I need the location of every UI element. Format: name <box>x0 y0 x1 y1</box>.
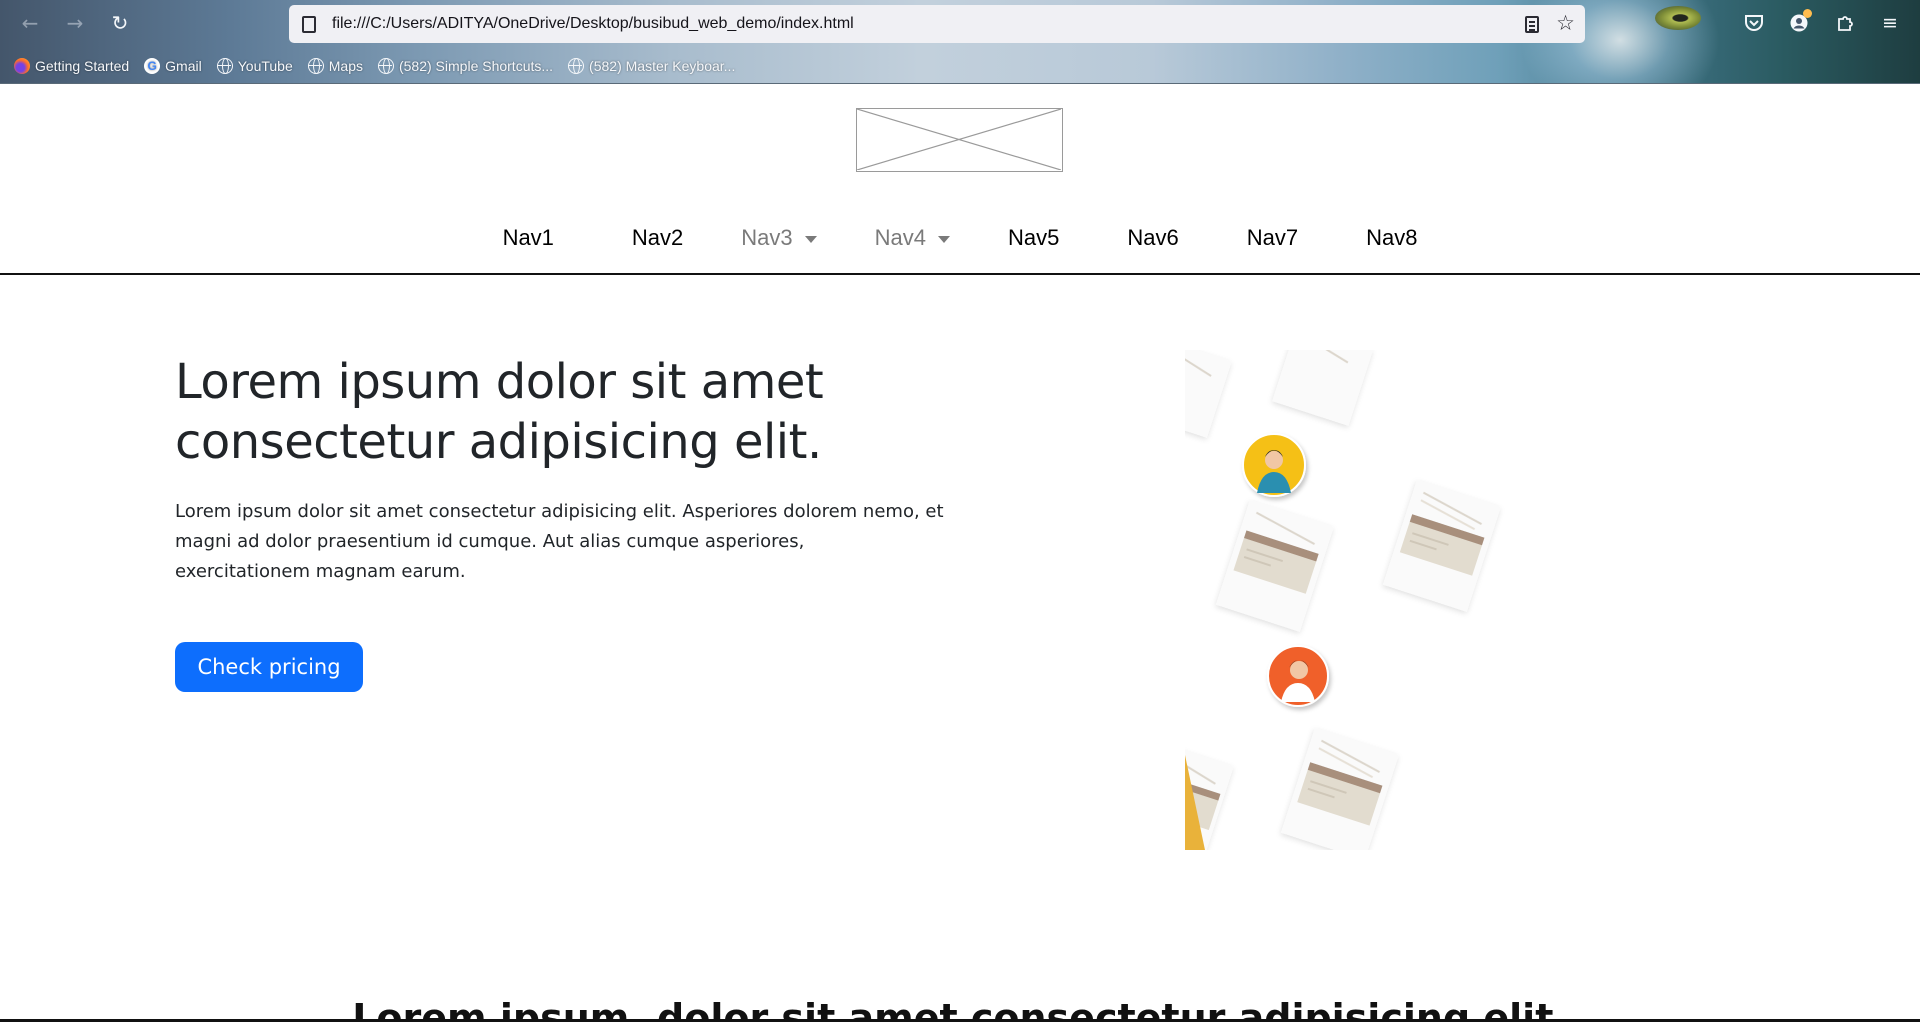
header-divider <box>0 273 1920 275</box>
reader-view-icon[interactable] <box>1525 16 1539 33</box>
bookmark-star-icon[interactable]: ☆ <box>1556 11 1575 35</box>
globe-icon <box>377 58 394 74</box>
address-bar[interactable]: file:///C:/Users/ADITYA/OneDrive/Desktop… <box>289 5 1585 43</box>
nav-item-1[interactable]: Nav1 <box>493 210 564 266</box>
bookmark-label: Getting Started <box>35 58 130 74</box>
section-heading: Lorem ipsum, dolor sit amet consectetur … <box>352 996 1568 1022</box>
bookmark-gmail[interactable]: G Gmail <box>144 58 202 74</box>
nav-item-8[interactable]: Nav8 <box>1356 210 1427 266</box>
nav-label: Nav5 <box>1008 225 1060 250</box>
bookmark-label: YouTube <box>237 58 293 74</box>
nav-label: Nav6 <box>1127 225 1179 250</box>
bookmark-youtube[interactable]: YouTube <box>216 58 293 74</box>
pocket-icon[interactable] <box>1740 9 1768 37</box>
caret-down-icon <box>938 235 950 243</box>
nav-item-4-dropdown[interactable]: Nav4 <box>865 210 960 266</box>
hero-title: Lorem ipsum dolor sit amet consectetur a… <box>175 352 935 472</box>
notification-badge <box>1803 9 1812 18</box>
bookmark-simple-shortcuts[interactable]: (582) Simple Shortcuts... <box>377 58 554 74</box>
firefox-icon <box>14 58 30 74</box>
nav-label: Nav4 <box>874 225 926 250</box>
main-nav: Nav1 Nav2 Nav3 Nav4 Nav5 Nav6 Nav7 Nav8 <box>0 210 1920 266</box>
nav-item-7[interactable]: Nav7 <box>1237 210 1308 266</box>
hero-title-line-2: consectetur adipisicing elit. <box>175 414 822 470</box>
nav-item-5[interactable]: Nav5 <box>998 210 1069 266</box>
url-text[interactable]: file:///C:/Users/ADITYA/OneDrive/Desktop… <box>332 15 854 33</box>
google-icon: G <box>144 58 161 74</box>
reload-icon[interactable]: ↻ <box>105 9 135 37</box>
doc-card <box>1281 728 1399 850</box>
nav-item-6[interactable]: Nav6 <box>1117 210 1188 266</box>
globe-icon <box>216 58 233 74</box>
bookmark-getting-started[interactable]: Getting Started <box>14 58 129 74</box>
bookmark-label: (582) Simple Shortcuts... <box>398 58 554 74</box>
nav-label: Nav7 <box>1246 225 1299 250</box>
bookmark-master-keyboard[interactable]: (582) Master Keyboar... <box>568 58 735 74</box>
globe-icon <box>568 58 585 74</box>
forward-arrow-icon[interactable]: → <box>60 9 90 37</box>
check-pricing-button[interactable]: Check pricing <box>175 642 363 692</box>
bookmark-label: Maps <box>328 58 363 74</box>
avatar-orange <box>1267 645 1329 707</box>
account-icon[interactable] <box>1785 9 1813 37</box>
nav-label: Nav1 <box>502 225 554 250</box>
nav-item-2[interactable]: Nav2 <box>622 210 693 266</box>
bookmark-maps[interactable]: Maps <box>307 58 363 74</box>
caret-down-icon <box>804 235 817 243</box>
hero-title-line-1: Lorem ipsum dolor sit amet <box>175 354 824 410</box>
logo-placeholder[interactable] <box>856 108 1063 172</box>
nav-item-3-dropdown[interactable]: Nav3 <box>731 210 826 266</box>
avatar-yellow <box>1242 433 1306 497</box>
bookmark-label: (582) Master Keyboar... <box>589 58 736 74</box>
bookmarks-bar: Getting Started G Gmail YouTube Maps (58… <box>14 56 750 76</box>
nav-label: Nav3 <box>741 225 793 250</box>
background-eye <box>1655 6 1701 30</box>
doc-card <box>1216 500 1334 632</box>
doc-card <box>1383 480 1501 612</box>
doc-card <box>1185 350 1232 438</box>
browser-toolbar: ← → ↻ file:///C:/Users/ADITYA/OneDrive/D… <box>0 0 1920 84</box>
hero-illustration <box>1185 350 1515 850</box>
globe-icon <box>307 58 324 74</box>
back-arrow-icon[interactable]: ← <box>15 9 45 37</box>
bookmark-label: Gmail <box>165 58 202 74</box>
extensions-icon[interactable] <box>1831 9 1859 37</box>
nav-label: Nav2 <box>631 225 684 250</box>
menu-icon[interactable]: ≡ <box>1876 9 1904 37</box>
doc-card <box>1272 350 1374 426</box>
nav-label: Nav8 <box>1366 225 1418 250</box>
hero-description: Lorem ipsum dolor sit amet consectetur a… <box>175 501 944 582</box>
page-icon <box>302 15 316 33</box>
